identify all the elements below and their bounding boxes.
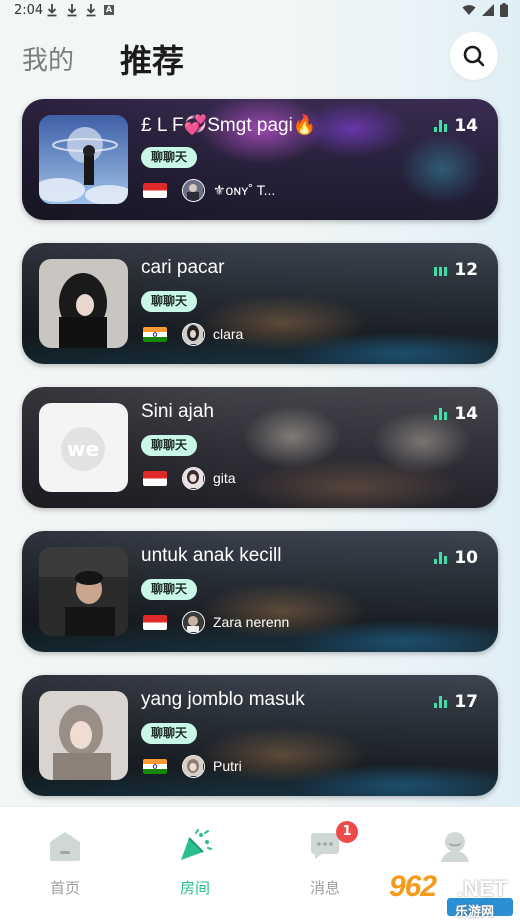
host-avatar bbox=[182, 611, 205, 634]
nav-home-label: 首页 bbox=[49, 879, 80, 897]
room-thumbnail: we bbox=[39, 403, 128, 492]
room-card[interactable]: untuk anak kecill 聊聊天 Zara nerenn 10 bbox=[22, 531, 498, 652]
site-watermark-logo: 962 .NET 乐游网 bbox=[385, 868, 515, 920]
flag-india-icon bbox=[143, 327, 167, 342]
room-count: 14 bbox=[454, 404, 478, 424]
host-avatar bbox=[182, 179, 205, 202]
online-signal-icon bbox=[434, 696, 448, 708]
nav-home[interactable]: 首页 bbox=[0, 807, 130, 917]
host-name: Zara nerenn bbox=[213, 614, 290, 630]
online-signal-icon bbox=[434, 552, 448, 564]
host-name: ⚜ᴏɴʏ˚ T... bbox=[213, 182, 276, 198]
profile-icon bbox=[441, 832, 469, 862]
download-icon bbox=[86, 4, 96, 17]
online-signal-icon bbox=[434, 408, 448, 420]
room-card[interactable]: £ L F💞Smgt pagi🔥 聊聊天 ⚜ᴏɴʏ˚ T... 14 bbox=[22, 99, 498, 220]
nav-rooms-label: 房间 bbox=[179, 879, 210, 897]
host-name: Putri bbox=[213, 758, 242, 774]
room-thumbnail bbox=[39, 115, 128, 204]
room-name: cari pacar bbox=[141, 257, 225, 278]
room-tag: 聊聊天 bbox=[141, 723, 198, 744]
room-card[interactable]: we Sini ajah 聊聊天 gita 14 bbox=[22, 387, 498, 508]
flag-india-icon bbox=[143, 759, 167, 774]
room-thumbnail bbox=[39, 547, 128, 636]
nav-messages[interactable]: 1 消息 bbox=[260, 807, 390, 917]
room-thumbnail bbox=[39, 691, 128, 780]
party-popper-icon bbox=[181, 829, 212, 860]
watermark-brand: 962 bbox=[389, 870, 437, 903]
room-list: £ L F💞Smgt pagi🔥 聊聊天 ⚜ᴏɴʏ˚ T... 14 cari … bbox=[0, 96, 520, 806]
nav-messages-label: 消息 bbox=[309, 879, 340, 897]
room-name: untuk anak kecill bbox=[141, 545, 282, 566]
tab-mine[interactable]: 我的 bbox=[22, 40, 74, 77]
host-name: gita bbox=[213, 470, 236, 486]
flag-indonesia-icon bbox=[143, 471, 167, 486]
room-count: 17 bbox=[454, 692, 478, 712]
host-avatar bbox=[182, 755, 205, 778]
online-signal-icon bbox=[434, 264, 448, 276]
watermark-sub: 乐游网 bbox=[455, 905, 495, 920]
room-count: 10 bbox=[454, 548, 478, 568]
battery-icon bbox=[500, 3, 508, 17]
room-tag: 聊聊天 bbox=[141, 291, 198, 312]
room-thumbnail bbox=[39, 259, 128, 348]
room-card[interactable]: yang jomblo masuk 聊聊天 Putri 17 bbox=[22, 675, 498, 796]
room-tag: 聊聊天 bbox=[141, 147, 198, 168]
room-count: 14 bbox=[454, 116, 478, 136]
svg-text:we: we bbox=[67, 437, 99, 461]
room-card[interactable]: cari pacar 聊聊天 clara 12 bbox=[22, 243, 498, 364]
header: 我的 推荐 bbox=[0, 30, 520, 86]
host-avatar bbox=[182, 323, 205, 346]
flag-indonesia-icon bbox=[143, 615, 167, 630]
search-button[interactable] bbox=[450, 32, 498, 80]
host-avatar bbox=[182, 467, 205, 490]
home-icon bbox=[50, 832, 80, 861]
host-name: clara bbox=[213, 326, 244, 342]
tab-recommend[interactable]: 推荐 bbox=[120, 36, 184, 82]
room-count: 12 bbox=[454, 260, 478, 280]
a-icon: A bbox=[104, 5, 114, 15]
room-name: Sini ajah bbox=[141, 401, 214, 422]
room-tag: 聊聊天 bbox=[141, 435, 198, 456]
signal-icon bbox=[482, 4, 494, 16]
nav-rooms[interactable]: 房间 bbox=[130, 807, 260, 917]
download-icon bbox=[67, 4, 77, 17]
flag-indonesia-icon bbox=[143, 183, 167, 198]
room-name: yang jomblo masuk bbox=[141, 689, 305, 710]
search-icon bbox=[463, 45, 485, 67]
unread-badge: 1 bbox=[336, 821, 358, 843]
download-icon bbox=[47, 4, 57, 17]
status-bar: 2:04 A bbox=[0, 0, 520, 24]
room-name: £ L F💞Smgt pagi🔥 bbox=[141, 115, 317, 136]
room-tag: 聊聊天 bbox=[141, 579, 198, 600]
online-signal-icon bbox=[434, 120, 448, 132]
status-time: 2:04 bbox=[14, 3, 44, 18]
wifi-icon bbox=[462, 5, 476, 15]
